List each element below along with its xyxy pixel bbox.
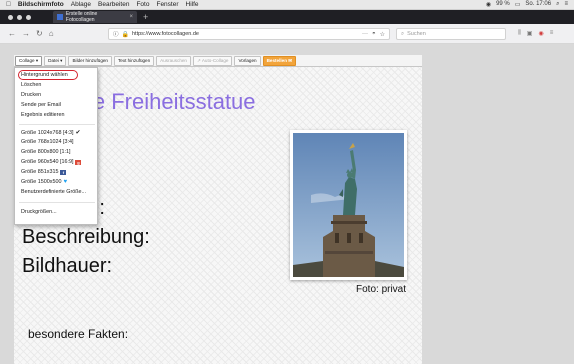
home-icon[interactable]: ⌂ — [49, 29, 54, 38]
status-area: ◉ 99 % ▭ So. 17:06 ⌕ ≡ — [486, 1, 568, 8]
page-actions-icon[interactable]: ··· — [362, 31, 368, 38]
menu-item-label: Drucken — [21, 92, 42, 98]
facebook-icon: f — [60, 169, 67, 175]
menu-item-label: Ergebnis editieren — [21, 112, 65, 118]
mac-menubar:  Bildschirmfoto Ablage Bearbeiten Foto … — [0, 0, 574, 10]
menu-item-size-768x1024[interactable]: Größe 768x1024 [3:4] — [21, 139, 73, 145]
nav-buttons: ← → ↻ ⌂ — [8, 29, 54, 38]
browser-tab[interactable]: Erstelle online Fotocollagen × — [53, 11, 137, 23]
order-button[interactable]: Bestellen ✉ — [262, 55, 297, 66]
forward-icon[interactable]: → — [22, 29, 30, 38]
search-placeholder: Suchen — [407, 31, 426, 37]
shuffle-button[interactable]: Ausrauschen — [156, 55, 191, 66]
menu-item-label: Sende per Email — [21, 102, 61, 108]
menu-item-label: Löschen — [21, 82, 42, 88]
menu-item-size-851x315[interactable]: Größe 851x315 f — [21, 169, 67, 175]
lock-icon: 🔒 — [121, 31, 129, 38]
twitter-icon: ♥ — [63, 178, 68, 185]
menu-list-icon[interactable]: ≡ — [564, 1, 568, 8]
menu-foto[interactable]: Foto — [136, 1, 149, 8]
menu-item-label: Größe 1500x500 — [21, 179, 62, 185]
menu-separator — [19, 202, 95, 203]
favicon-icon — [57, 14, 63, 20]
zoom-window-icon[interactable] — [26, 14, 31, 20]
menu-item-label: Benutzerdefinierte Größe... — [21, 189, 87, 195]
menu-ablage[interactable]: Ablage — [71, 1, 91, 8]
add-text-button[interactable]: Text hinzufügen — [113, 55, 155, 66]
window-controls — [8, 14, 31, 20]
navigation-bar: ← → ↻ ⌂ ⓘ 🔒 https://www.fotocollagen.de … — [0, 24, 574, 44]
menu-fenster[interactable]: Fenster — [156, 1, 178, 8]
toolbar-icons: ⫼ ▣ ◉ ≡ — [518, 30, 553, 37]
add-images-button[interactable]: Bilder hinzufügen — [68, 55, 112, 66]
app-toolbar: Collage ▾ Datei ▾ Bilder hinzufügen Text… — [14, 55, 422, 67]
menu-item-label: Größe 960x540 [16:9] — [21, 159, 74, 165]
pocket-icon[interactable]: ◓ — [372, 31, 376, 38]
bookmark-star-icon[interactable]: ☆ — [380, 31, 385, 38]
sidebar-icon[interactable]: ▣ — [527, 30, 533, 37]
auto-collage-button[interactable]: ↗ Auto-Collage — [193, 55, 233, 66]
menu-item-print-sizes[interactable]: Druckgrößen... — [21, 209, 57, 215]
url-text[interactable]: https://www.fotocollagen.de — [132, 31, 199, 37]
menu-item-label: Druckgrößen... — [21, 209, 57, 215]
close-window-icon[interactable] — [8, 14, 13, 20]
menu-item-print[interactable]: Drucken — [21, 92, 41, 98]
spotlight-icon[interactable]: ⌕ — [556, 1, 559, 8]
menu-item-custom-size[interactable]: Benutzerdefinierte Größe... — [21, 189, 86, 195]
battery-icon[interactable]: ▭ — [515, 1, 521, 8]
photo-caption[interactable]: Foto: privat — [356, 284, 406, 295]
url-bar[interactable]: ⓘ 🔒 https://www.fotocollagen.de ··· ◓ ☆ — [108, 28, 390, 40]
menu-item-delete[interactable]: Löschen — [21, 82, 41, 88]
collage-title-text[interactable]: ie Freiheitsstatue — [88, 89, 256, 115]
close-tab-icon[interactable]: × — [129, 14, 133, 20]
menu-item-size-960x540[interactable]: Größe 960x540 [16:9] g — [21, 159, 82, 165]
reload-icon[interactable]: ↻ — [36, 29, 43, 38]
file-menu-button[interactable]: Datei ▾ — [44, 55, 67, 66]
menu-item-label: Größe 1024x768 [4:3] — [21, 129, 74, 136]
pocket-save-icon[interactable]: ◉ — [538, 30, 543, 37]
info-icon[interactable]: ⓘ — [113, 30, 119, 38]
tab-title: Erstelle online Fotocollagen — [65, 11, 98, 23]
minimize-window-icon[interactable] — [17, 14, 22, 20]
menu-item-edit-result[interactable]: Ergebnis editieren — [21, 112, 64, 118]
menu-item-label: Größe 800x800 [1:1] — [21, 149, 71, 155]
search-field[interactable]: ⌕ Suchen — [396, 28, 506, 40]
hamburger-menu-icon[interactable]: ≡ — [550, 30, 554, 37]
statue-of-liberty-image — [293, 133, 404, 277]
menu-item-size-1500x500[interactable]: Größe 1500x500 ♥ — [21, 178, 69, 186]
google-plus-icon: g — [75, 159, 82, 165]
clock[interactable]: So. 17:06 — [525, 1, 551, 8]
collage-dropdown-menu: Hintergrund wählen Löschen Drucken Sende… — [14, 67, 98, 225]
field-label-sculptor[interactable]: Bildhauer: — [22, 255, 112, 278]
menu-item-label: Hintergrund wählen — [21, 72, 68, 78]
menu-item-size-800x800[interactable]: Größe 800x800 [1:1] — [21, 149, 70, 155]
checkmark-icon: ✔ — [75, 130, 81, 136]
menu-item-label: Größe 851x315 — [21, 169, 59, 175]
library-icon[interactable]: ⫼ — [518, 30, 521, 37]
wifi-icon[interactable]: ◉ — [486, 1, 491, 8]
templates-button[interactable]: Vorlagen — [234, 55, 261, 66]
menu-bearbeiten[interactable]: Bearbeiten — [98, 1, 129, 8]
back-icon[interactable]: ← — [8, 29, 16, 38]
menu-item-send-email[interactable]: Sende per Email — [21, 102, 61, 108]
menu-hilfe[interactable]: Hilfe — [186, 1, 199, 8]
statue-photo[interactable] — [290, 130, 407, 280]
battery-text[interactable]: 99 % — [496, 1, 510, 8]
menu-item-size-1024x768[interactable]: Größe 1024x768 [4:3] ✔ — [21, 129, 81, 137]
menu-item-label: Größe 768x1024 [3:4] — [21, 139, 74, 145]
url-actions: ··· ◓ ☆ — [362, 31, 389, 38]
menu-separator — [19, 124, 95, 125]
field-label-description[interactable]: Beschreibung: — [22, 226, 150, 249]
search-icon: ⌕ — [401, 30, 405, 37]
tab-bar: Erstelle online Fotocollagen × + — [0, 10, 574, 24]
menu-item-choose-background[interactable]: Hintergrund wählen — [21, 72, 68, 78]
collage-menu-button[interactable]: Collage ▾ — [15, 55, 43, 66]
apple-icon[interactable]:  — [6, 1, 11, 8]
menu-app-name[interactable]: Bildschirmfoto — [18, 1, 64, 8]
new-tab-icon[interactable]: + — [143, 12, 148, 22]
field-label-facts[interactable]: besondere Fakten: — [28, 327, 128, 341]
